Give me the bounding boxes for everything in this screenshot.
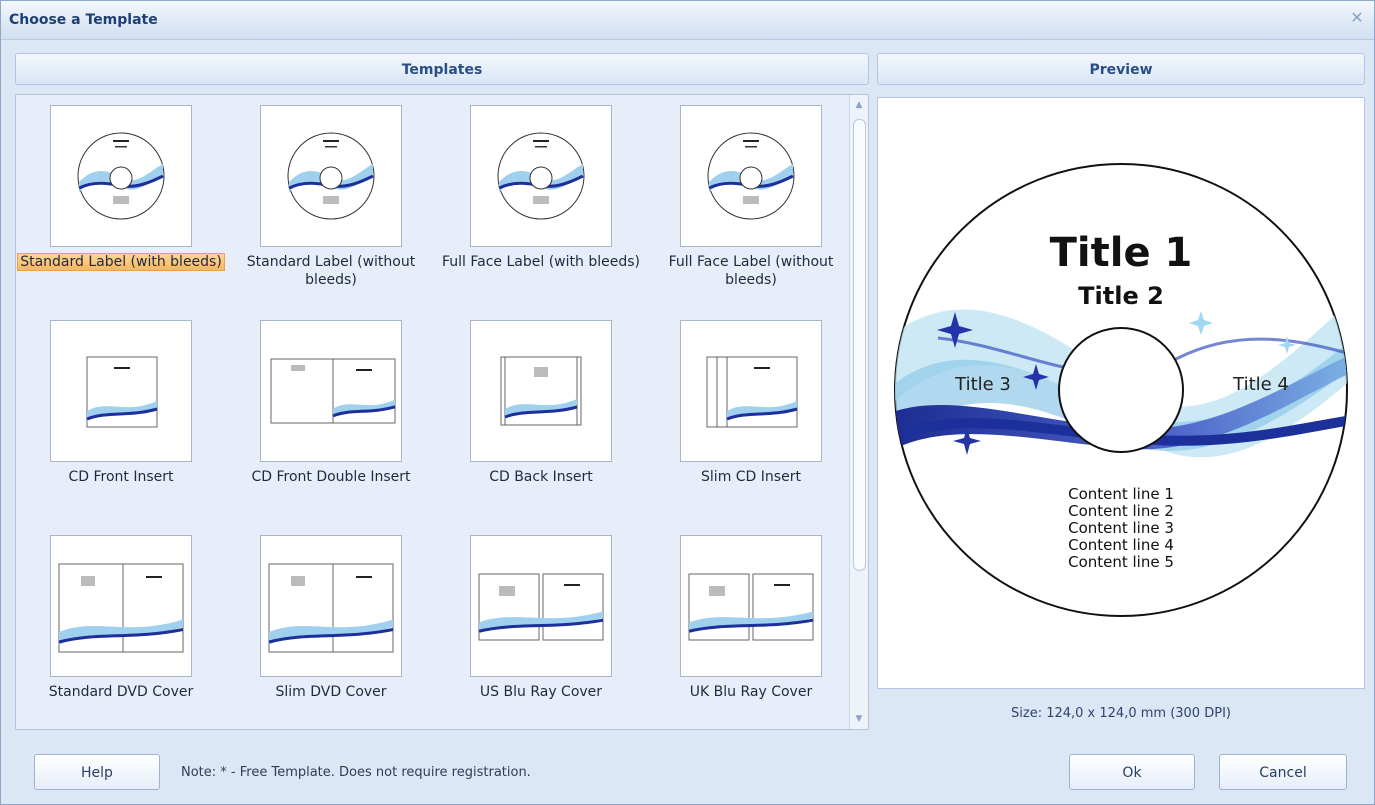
- template-thumbnail[interactable]: [470, 105, 612, 247]
- template-thumbnail[interactable]: [50, 535, 192, 677]
- template-label-text: Standard Label (with bleeds): [17, 253, 225, 271]
- preview-title-4: Title 4: [1232, 374, 1289, 395]
- preview-header: Preview: [877, 53, 1365, 85]
- template-thumbnail[interactable]: [680, 320, 822, 462]
- template-thumbnail[interactable]: [260, 535, 402, 677]
- template-thumbnail[interactable]: [470, 535, 612, 677]
- preview-content-line: Content line 5: [1068, 553, 1174, 571]
- note-text: Note: * - Free Template. Does not requir…: [181, 765, 531, 780]
- preview-content-line: Content line 2: [1068, 502, 1174, 520]
- help-button[interactable]: Help: [34, 754, 160, 790]
- template-label-text: UK Blu Ray Cover: [689, 684, 813, 700]
- template-label-text: CD Front Insert: [68, 469, 174, 485]
- cd-preview-image: Title 1 Title 2 Title 3 Title 4 Content …: [894, 163, 1348, 617]
- template-label-text: Slim DVD Cover: [275, 684, 387, 700]
- template-thumbnail[interactable]: [470, 320, 612, 462]
- template-label[interactable]: Standard DVD Cover: [16, 683, 226, 701]
- template-label[interactable]: Standard Label (with bleeds): [16, 253, 226, 271]
- template-label[interactable]: CD Front Insert: [16, 468, 226, 486]
- template-thumbnail[interactable]: [260, 105, 402, 247]
- template-label[interactable]: Full Face Label (without bleeds): [646, 253, 856, 289]
- preview-size-text: Size: 124,0 x 124,0 mm (300 DPI): [1011, 706, 1231, 721]
- template-thumbnail[interactable]: [50, 320, 192, 462]
- scroll-down-icon[interactable]: ▼: [853, 713, 865, 725]
- preview-title-1: Title 1: [1050, 230, 1193, 276]
- template-thumbnail[interactable]: [50, 105, 192, 247]
- scroll-up-icon[interactable]: ▲: [853, 99, 865, 111]
- template-label-text: Slim CD Insert: [701, 469, 801, 485]
- title-bar: Choose a Template ✕: [1, 1, 1374, 40]
- preview-content-line: Content line 3: [1068, 519, 1174, 537]
- template-label-text: CD Front Double Insert: [251, 469, 411, 485]
- template-label[interactable]: Standard Label (without bleeds): [226, 253, 436, 289]
- template-label[interactable]: CD Back Insert: [436, 468, 646, 486]
- preview-title-3: Title 3: [954, 374, 1011, 395]
- close-icon[interactable]: ✕: [1350, 10, 1364, 26]
- templates-header: Templates: [15, 53, 869, 85]
- templates-list: Standard Label (with bleeds) Standard La…: [15, 94, 869, 730]
- preview-pane: Title 1 Title 2 Title 3 Title 4 Content …: [877, 97, 1365, 689]
- template-label[interactable]: UK Blu Ray Cover: [646, 683, 856, 701]
- template-thumbnail[interactable]: [680, 105, 822, 247]
- template-label[interactable]: CD Front Double Insert: [226, 468, 436, 486]
- preview-content-line: Content line 4: [1068, 536, 1174, 554]
- template-label[interactable]: Full Face Label (with bleeds): [436, 253, 646, 271]
- template-label-text: Full Face Label (with bleeds): [442, 254, 640, 270]
- window-title: Choose a Template: [9, 12, 158, 28]
- template-thumbnail[interactable]: [680, 535, 822, 677]
- template-label[interactable]: US Blu Ray Cover: [436, 683, 646, 701]
- templates-scrollbar[interactable]: ▲ ▼: [849, 95, 868, 729]
- scroll-thumb[interactable]: [853, 119, 866, 571]
- template-label-text: Full Face Label (without bleeds): [668, 254, 834, 288]
- ok-button[interactable]: Ok: [1069, 754, 1195, 790]
- preview-title-2: Title 2: [1078, 282, 1164, 310]
- template-label[interactable]: Slim CD Insert: [646, 468, 856, 486]
- template-thumbnail[interactable]: [260, 320, 402, 462]
- template-label-text: US Blu Ray Cover: [479, 684, 603, 700]
- template-label-text: CD Back Insert: [489, 469, 593, 485]
- cancel-button[interactable]: Cancel: [1219, 754, 1347, 790]
- template-label-text: Standard Label (without bleeds): [246, 254, 416, 288]
- template-label-text: Standard DVD Cover: [48, 684, 194, 700]
- templates-grid: Standard Label (with bleeds) Standard La…: [16, 95, 850, 729]
- template-label[interactable]: Slim DVD Cover: [226, 683, 436, 701]
- preview-content-line: Content line 1: [1068, 485, 1174, 503]
- choose-template-dialog: Choose a Template ✕ Templates Preview St…: [0, 0, 1375, 805]
